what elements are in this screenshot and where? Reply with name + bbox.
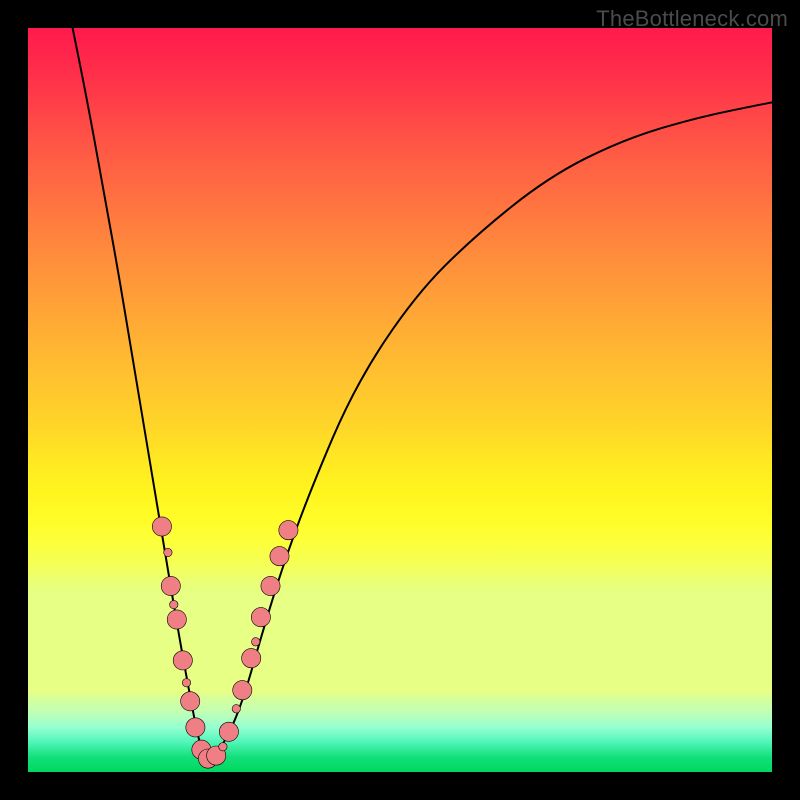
marker-dot bbox=[219, 722, 238, 741]
marker-dot bbox=[186, 718, 205, 737]
chart-frame: TheBottleneck.com bbox=[0, 0, 800, 800]
marker-dot bbox=[167, 610, 186, 629]
highlight-dots bbox=[152, 517, 298, 768]
marker-dot bbox=[170, 600, 178, 608]
marker-dot bbox=[161, 576, 180, 595]
marker-dot bbox=[279, 521, 298, 540]
marker-dot bbox=[261, 576, 280, 595]
marker-dot bbox=[181, 692, 200, 711]
marker-dot bbox=[242, 649, 261, 668]
marker-dot bbox=[182, 679, 190, 687]
marker-dot bbox=[219, 743, 227, 751]
marker-dot bbox=[164, 548, 172, 556]
marker-dot bbox=[173, 651, 192, 670]
curve-layer bbox=[28, 28, 772, 772]
bottleneck-curve bbox=[73, 28, 772, 758]
watermark-text: TheBottleneck.com bbox=[596, 6, 788, 32]
marker-dot bbox=[232, 705, 240, 713]
marker-dot bbox=[152, 517, 171, 536]
marker-dot bbox=[270, 547, 289, 566]
marker-dot bbox=[233, 681, 252, 700]
marker-dot bbox=[251, 608, 270, 627]
plot-area bbox=[28, 28, 772, 772]
marker-dot bbox=[252, 638, 260, 646]
